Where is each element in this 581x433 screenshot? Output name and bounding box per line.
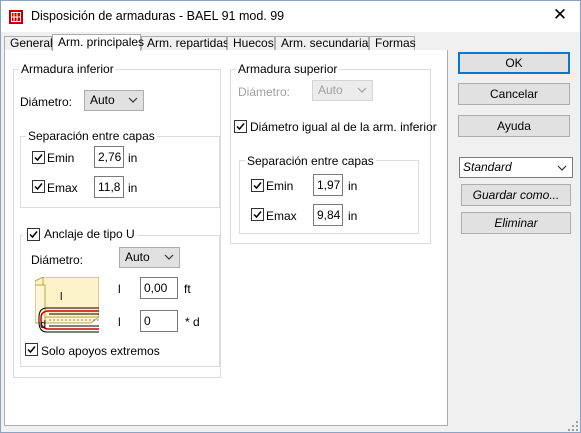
group-title-inferior: Armadura inferior bbox=[19, 62, 116, 76]
emax-inferior-unit: in bbox=[128, 181, 138, 195]
l1-label: l bbox=[118, 282, 121, 296]
l1-unit: ft bbox=[184, 282, 191, 296]
standard-value: Standard bbox=[463, 160, 512, 174]
chevron-down-icon bbox=[357, 87, 367, 93]
anclaje-header: Anclaje de tipo U bbox=[23, 227, 137, 243]
emax-superior-unit: in bbox=[348, 209, 358, 223]
l2-unit: * d bbox=[185, 315, 200, 329]
l1-input[interactable]: 0,00 bbox=[140, 277, 178, 299]
save-as-button[interactable]: Guardar como... bbox=[461, 184, 571, 206]
separacion-inferior-title: Separación entre capas bbox=[26, 129, 157, 143]
anclaje-label: Anclaje de tipo U bbox=[44, 227, 135, 241]
standard-select[interactable]: Standard bbox=[459, 157, 573, 178]
close-icon[interactable]: ✕ bbox=[550, 7, 570, 24]
window-title: Disposición de armaduras - BAEL 91 mod. … bbox=[31, 9, 285, 23]
dialog-window: Disposición de armaduras - BAEL 91 mod. … bbox=[0, 0, 581, 433]
chevron-down-icon bbox=[128, 97, 138, 103]
tab-huecos[interactable]: Huecos bbox=[227, 36, 275, 51]
diametro-inferior-value: Auto bbox=[90, 93, 115, 107]
solo-apoyos-checkbox[interactable] bbox=[25, 343, 38, 356]
emin-superior-unit: in bbox=[348, 179, 358, 193]
emax-superior-checkbox[interactable] bbox=[251, 208, 264, 221]
ok-button[interactable]: OK bbox=[458, 52, 570, 74]
checkmark-icon bbox=[34, 154, 43, 162]
tab-arm-principales[interactable]: Arm. principales bbox=[52, 34, 144, 51]
l2-input[interactable]: 0 bbox=[140, 310, 178, 332]
emin-inferior-unit: in bbox=[128, 151, 138, 165]
emax-inferior-checkbox[interactable] bbox=[32, 180, 45, 193]
diametro-igual-label: Diámetro igual al de la arm. inferior bbox=[250, 120, 437, 134]
tab-formas[interactable]: Formas bbox=[369, 36, 416, 51]
emax-superior-label: Emax bbox=[266, 209, 297, 223]
diametro-superior-value: Auto bbox=[318, 83, 343, 97]
emin-inferior-checkbox[interactable] bbox=[32, 151, 45, 164]
emax-inferior-input[interactable]: 11,8 bbox=[94, 176, 124, 198]
separacion-superior-title: Separación entre capas bbox=[245, 154, 376, 168]
checkmark-icon bbox=[34, 183, 43, 191]
resize-grip-icon[interactable] bbox=[567, 420, 579, 432]
chevron-down-icon bbox=[164, 254, 174, 260]
emin-inferior-input[interactable]: 2,76 bbox=[94, 146, 124, 168]
group-title-superior: Armadura superior bbox=[236, 62, 340, 76]
diametro-igual-checkbox[interactable] bbox=[234, 120, 247, 133]
anclaje-checkbox[interactable] bbox=[27, 228, 40, 241]
emin-superior-input[interactable]: 1,97 bbox=[313, 174, 343, 196]
emin-superior-checkbox[interactable] bbox=[251, 179, 264, 192]
tab-general[interactable]: General bbox=[4, 36, 53, 51]
cancel-button[interactable]: Cancelar bbox=[458, 83, 570, 105]
diametro-anclaje-select[interactable]: Auto bbox=[119, 247, 180, 268]
delete-button[interactable]: Eliminar bbox=[461, 212, 571, 234]
checkmark-icon bbox=[253, 182, 262, 190]
diametro-anclaje-value: Auto bbox=[125, 250, 150, 264]
l2-label: l bbox=[118, 315, 121, 329]
emax-superior-input[interactable]: 9,84 bbox=[313, 204, 343, 226]
diagram-l-label: l bbox=[60, 291, 63, 303]
checkmark-icon bbox=[236, 123, 245, 131]
tab-arm-secundarias[interactable]: Arm. secundarias bbox=[275, 36, 374, 51]
app-icon bbox=[9, 10, 23, 24]
title-bar: Disposición de armaduras - BAEL 91 mod. … bbox=[1, 1, 580, 32]
checkmark-icon bbox=[253, 211, 262, 219]
solo-apoyos-label: Solo apoyos extremos bbox=[41, 344, 160, 358]
diametro-superior-select[interactable]: Auto bbox=[312, 80, 373, 101]
diametro-inferior-select[interactable]: Auto bbox=[84, 90, 144, 111]
diametro-anclaje-label: Diámetro: bbox=[31, 253, 84, 267]
help-button[interactable]: Ayuda bbox=[458, 115, 570, 137]
emin-superior-label: Emin bbox=[266, 179, 294, 193]
diametro-superior-label: Diámetro: bbox=[238, 85, 291, 99]
diametro-inferior-label: Diámetro: bbox=[20, 95, 73, 109]
checkmark-icon bbox=[27, 346, 36, 354]
chevron-down-icon bbox=[557, 165, 567, 171]
emin-inferior-label: Emin bbox=[47, 151, 75, 165]
checkmark-icon bbox=[29, 231, 38, 239]
emax-inferior-label: Emax bbox=[47, 181, 78, 195]
tab-arm-repartidas[interactable]: Arm. repartidas bbox=[141, 36, 229, 51]
diagram-d-label: d bbox=[40, 319, 47, 331]
